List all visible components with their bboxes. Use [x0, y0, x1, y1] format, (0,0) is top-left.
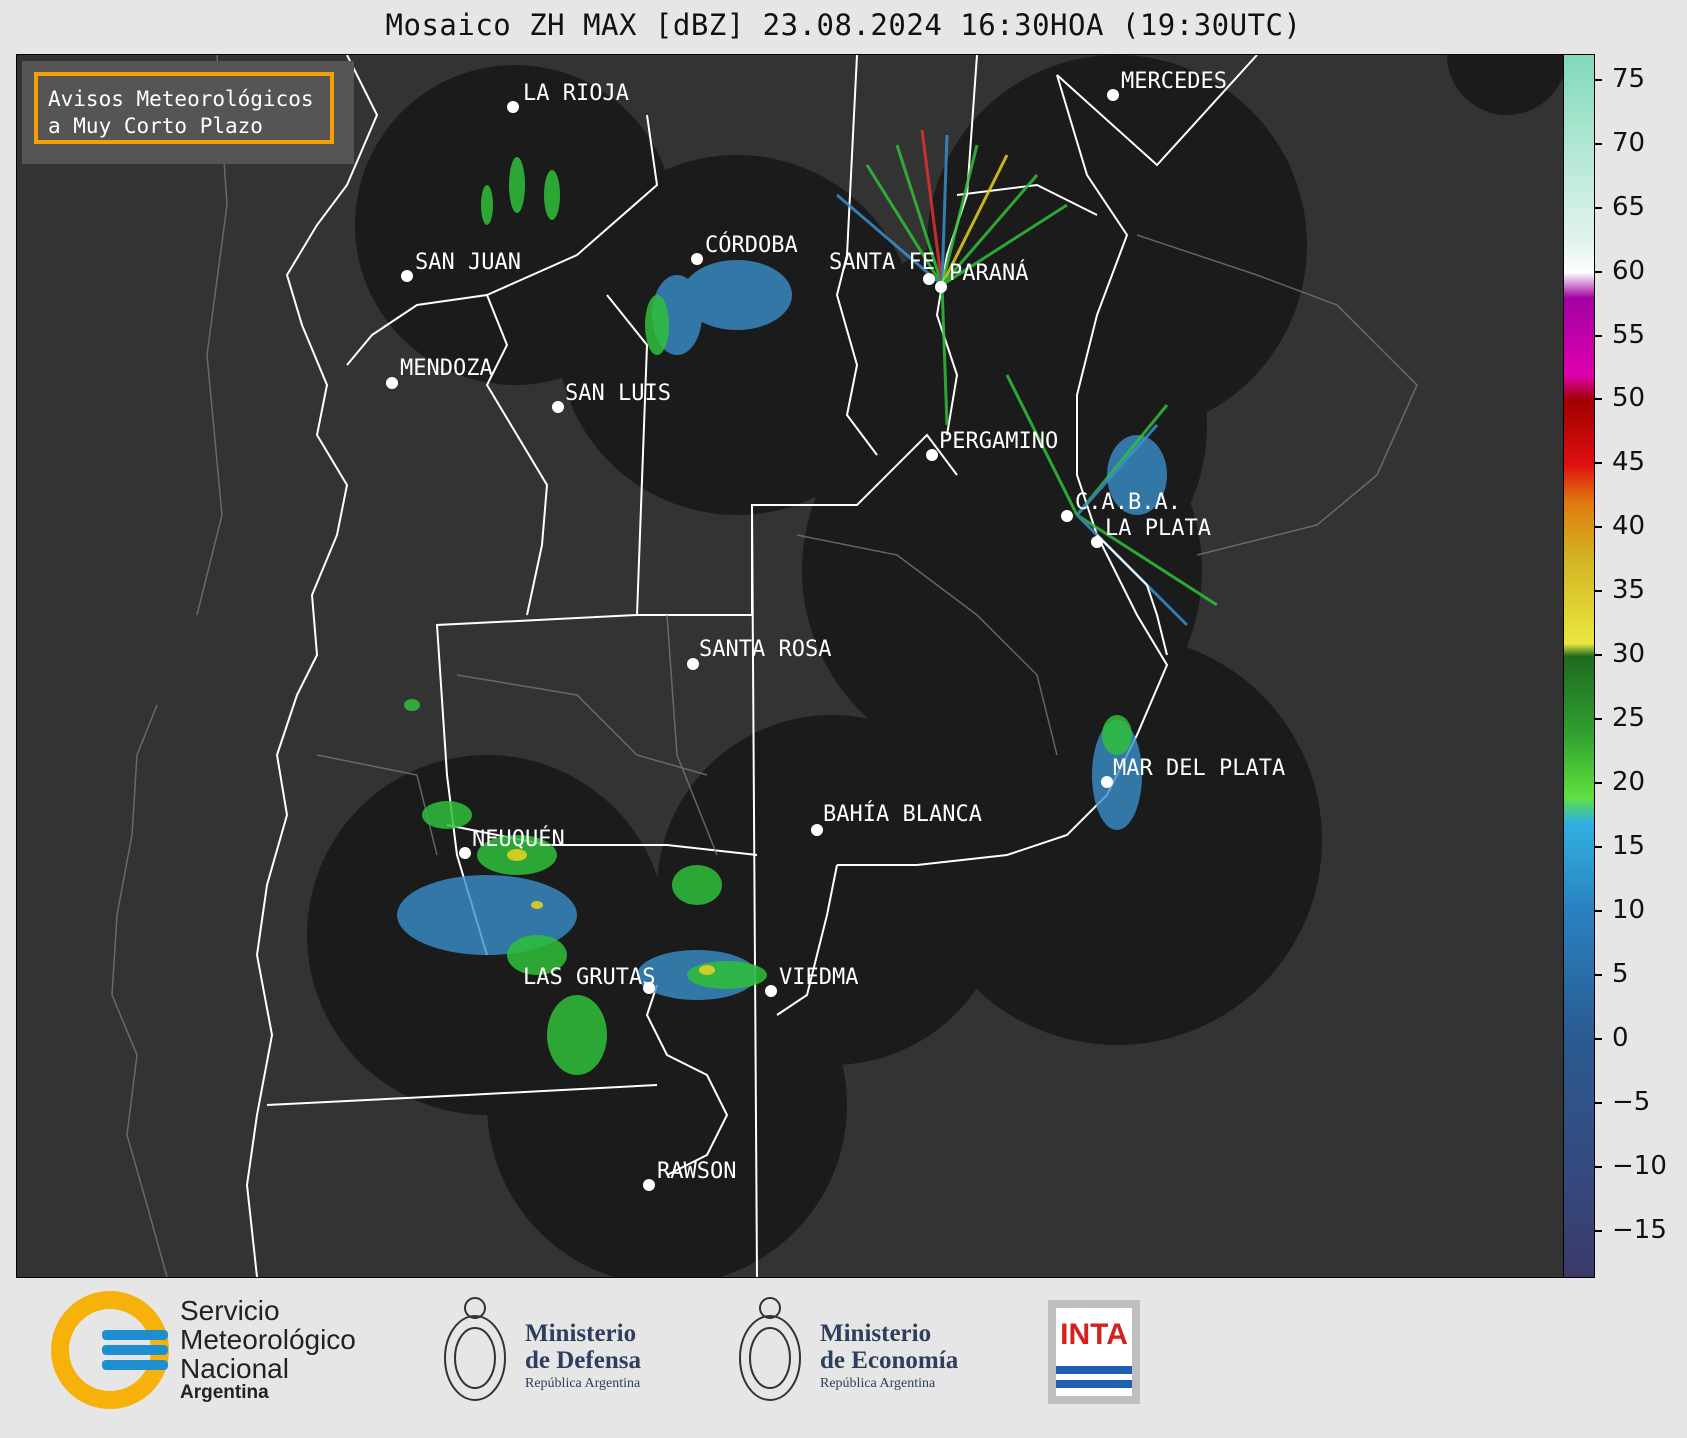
svg-text:PERGAMINO: PERGAMINO: [939, 429, 1058, 454]
radar-map[interactable]: LA RIOJA MERCEDES SAN JUAN CÓRDOBA SANTA…: [16, 54, 1564, 1278]
colorbar-tick-label: 30: [1612, 639, 1646, 670]
inta-text: INTA: [1060, 1318, 1128, 1351]
colorbar-tick-label: −15: [1612, 1215, 1667, 1246]
smn-name-line-3: Nacional: [180, 1353, 289, 1384]
colorbar-tick-mark: [1594, 142, 1602, 145]
economia-line-2: de Economía: [820, 1347, 959, 1374]
svg-text:LA PLATA: LA PLATA: [1105, 516, 1211, 541]
colorbar-tick-mark: [1594, 974, 1602, 977]
svg-text:SANTA ROSA: SANTA ROSA: [699, 637, 831, 662]
colorbar-tick-mark: [1594, 78, 1602, 81]
notice-frame: Avisos Meteorológicos a Muy Corto Plazo: [34, 72, 334, 144]
defensa-line-3: República Argentina: [525, 1376, 641, 1391]
svg-text:MERCEDES: MERCEDES: [1121, 69, 1227, 94]
svg-text:CÓRDOBA: CÓRDOBA: [705, 232, 798, 258]
colorbar-tick-label: 60: [1612, 255, 1646, 286]
colorbar-tick-mark: [1594, 1230, 1602, 1233]
colorbar-tick-label: 75: [1612, 63, 1646, 94]
svg-text:RAWSON: RAWSON: [657, 1159, 736, 1184]
svg-text:MENDOZA: MENDOZA: [400, 356, 493, 381]
svg-text:BAHÍA BLANCA: BAHÍA BLANCA: [823, 801, 982, 827]
colorbar-tick-mark: [1594, 334, 1602, 337]
colorbar-tick-label: 35: [1612, 575, 1646, 606]
colorbar-tick-label: 20: [1612, 767, 1646, 798]
colorbar-tick-mark: [1594, 462, 1602, 465]
colorbar-tick-label: 40: [1612, 511, 1646, 542]
defensa-line-1: Ministerio: [525, 1320, 637, 1347]
colorbar-tick-label: 10: [1612, 895, 1646, 926]
smn-name-line-4: Argentina: [180, 1382, 269, 1403]
colorbar-tick-label: 5: [1612, 959, 1629, 990]
colorbar-tick-label: 50: [1612, 383, 1646, 414]
svg-text:SANTA FE: SANTA FE: [829, 250, 935, 275]
colorbar-tick-label: 55: [1612, 319, 1646, 350]
colorbar-tick-mark: [1594, 782, 1602, 785]
colorbar-tick-label: 15: [1612, 831, 1646, 862]
colorbar-tick-mark: [1594, 846, 1602, 849]
colorbar-tick-label: 25: [1612, 703, 1646, 734]
colorbar-tick-mark: [1594, 718, 1602, 721]
colorbar-tick-mark: [1594, 654, 1602, 657]
notice-line-2: a Muy Corto Plazo: [48, 114, 263, 138]
colorbar-tick-mark: [1594, 1102, 1602, 1105]
colorbar-tick-mark: [1594, 1038, 1602, 1041]
economia-line-1: Ministerio: [820, 1320, 932, 1347]
colorbar-tick-label: −5: [1612, 1087, 1651, 1118]
colorbar-tick-mark: [1594, 526, 1602, 529]
notice-line-1: Avisos Meteorológicos: [48, 87, 314, 111]
colorbar-tick-mark: [1594, 270, 1602, 273]
svg-text:MAR DEL PLATA: MAR DEL PLATA: [1113, 756, 1285, 781]
defensa-seal-icon: [444, 1297, 506, 1401]
smn-logo-icon: [51, 1291, 169, 1409]
economia-line-3: República Argentina: [820, 1376, 936, 1391]
colorbar-tick-mark: [1594, 398, 1602, 401]
svg-text:SAN JUAN: SAN JUAN: [415, 250, 521, 275]
footer-logos: Servicio Meteorológico Nacional Argentin…: [0, 1278, 1687, 1438]
colorbar-tick-label: 45: [1612, 447, 1646, 478]
defensa-line-2: de Defensa: [525, 1347, 641, 1374]
svg-text:SAN LUIS: SAN LUIS: [565, 381, 671, 406]
economia-seal-icon: [739, 1297, 801, 1401]
colorbar-tick-label: −10: [1612, 1151, 1667, 1182]
colorbar-tick-mark: [1594, 206, 1602, 209]
svg-text:C.A.B.A.: C.A.B.A.: [1075, 490, 1181, 515]
colorbar-tick-mark: [1594, 590, 1602, 593]
svg-text:VIEDMA: VIEDMA: [779, 965, 858, 990]
smn-name-line-1: Servicio: [180, 1295, 280, 1326]
svg-text:PARANÁ: PARANÁ: [949, 260, 1028, 286]
svg-text:NEUQUÉN: NEUQUÉN: [472, 826, 565, 852]
smn-name-line-2: Meteorológico: [180, 1324, 356, 1355]
colorbar-tick-label: 65: [1612, 191, 1646, 222]
svg-text:LA RIOJA: LA RIOJA: [523, 81, 629, 106]
inta-logo-icon: [1048, 1300, 1140, 1404]
colorbar-tick-label: 70: [1612, 127, 1646, 158]
colorbar-tick-mark: [1594, 910, 1602, 913]
map-title: Mosaico ZH MAX [dBZ] 23.08.2024 16:30HOA…: [385, 8, 1302, 42]
city-las-grutas: LAS GRUTAS: [523, 965, 655, 994]
colorbar-tick-label: 0: [1612, 1023, 1629, 1054]
dbz-colorbar: [1563, 54, 1595, 1278]
svg-text:LAS GRUTAS: LAS GRUTAS: [523, 965, 655, 990]
colorbar-tick-mark: [1594, 1166, 1602, 1169]
